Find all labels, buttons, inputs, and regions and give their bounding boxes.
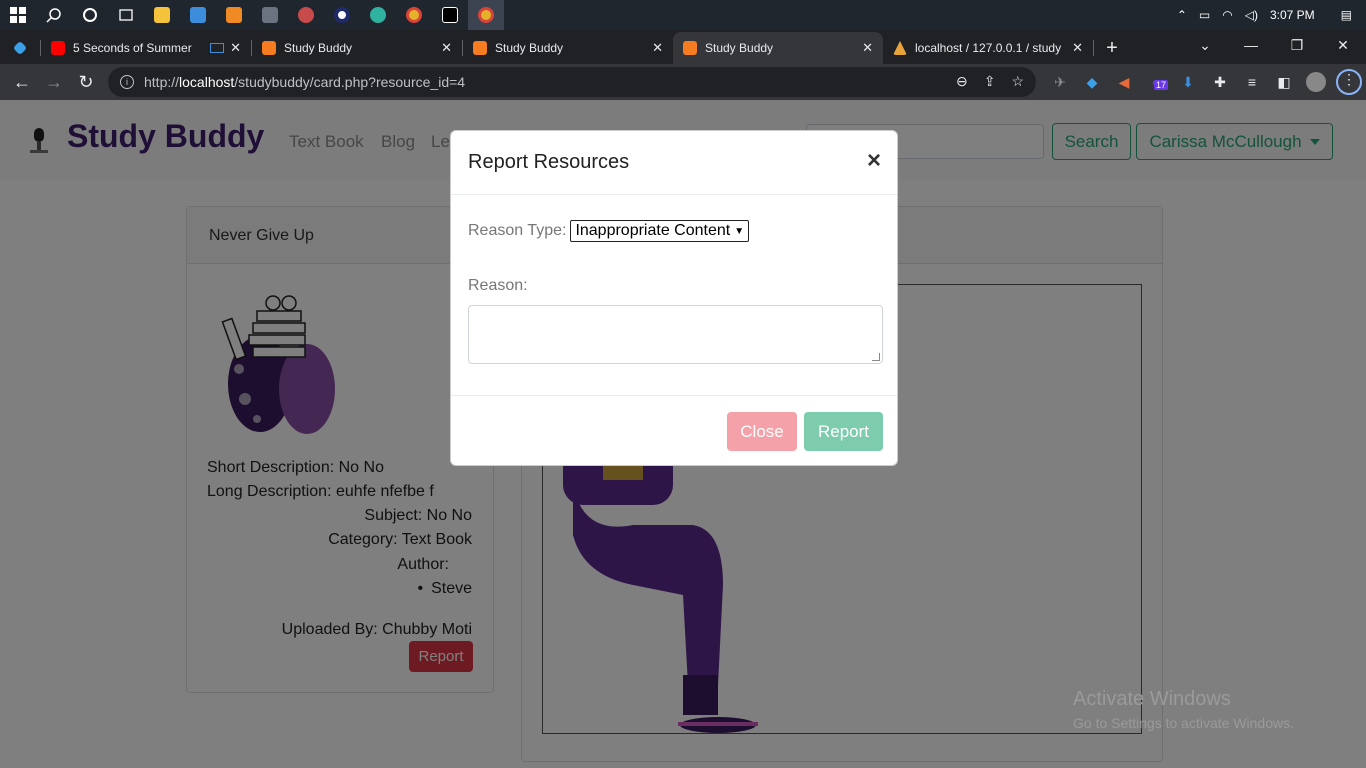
chrome-active-icon[interactable] [468,0,504,30]
close-tab-icon[interactable]: ✕ [652,40,663,56]
calculator-icon[interactable] [252,0,288,30]
extension-badge: 17 [1154,80,1169,90]
tab-phpmyadmin[interactable]: localhost / 127.0.0.1 / study ✕ [883,32,1093,64]
task-view-icon[interactable] [108,0,144,30]
app-icon[interactable] [288,0,324,30]
resize-grip-icon[interactable] [872,353,880,361]
rocket-extension-icon[interactable]: ✈ [1044,74,1076,91]
diamond-icon [12,40,28,56]
tab-study-buddy-active[interactable]: Study Buddy ✕ [673,32,883,64]
web-page: Study Buddy Text Book Blog Le Search Car… [0,100,1366,768]
file-explorer-icon[interactable] [144,0,180,30]
tab-title: Study Buddy [284,41,353,55]
tab-title: Study Buddy [705,41,774,55]
activate-windows-watermark: Activate Windows Go to Settings to activ… [1073,688,1294,731]
badge-extension-icon[interactable]: ●17 [1140,74,1172,90]
close-tab-icon[interactable]: ✕ [1072,40,1083,56]
picture-in-picture-icon[interactable] [210,43,225,53]
reason-type-label: Reason Type: [468,222,567,239]
watermark-line-2: Go to Settings to activate Windows. [1073,715,1294,731]
wifi-icon[interactable]: ◠ [1222,8,1232,22]
reason-type-value: Inappropriate Content [575,222,731,239]
url-host: localhost [179,74,235,90]
youtube-icon [51,41,65,55]
clock[interactable]: 3:07 PM [1270,8,1315,22]
xampp-icon [262,41,276,55]
edge-icon[interactable] [360,0,396,30]
submit-report-button[interactable]: Report [804,412,883,451]
xampp-icon [683,41,697,55]
reason-textarea[interactable] [468,305,883,364]
browser-tab-strip: 5 Seconds of Summer ✕ Study Buddy ✕ Stud… [0,30,1366,64]
close-tab-icon[interactable]: ✕ [441,40,452,56]
url-prefix: http:// [144,74,180,90]
modal-footer: Close Report [451,396,897,467]
search-icon[interactable] [36,0,72,30]
puzzle-extensions-icon[interactable]: ✚ [1204,74,1236,91]
tab-title: Study Buddy [495,41,564,55]
reason-label: Reason: [468,277,528,294]
modal-title: Report Resources [468,151,630,173]
modal-header: Report Resources × [451,131,897,195]
zoom-icon[interactable]: ⊖ [956,73,968,90]
side-panel-icon[interactable]: ◧ [1268,74,1300,91]
extension-icon[interactable]: ◀ [1108,74,1140,91]
info-icon[interactable]: i [120,75,134,89]
media-player-icon[interactable] [216,0,252,30]
watermark-line-1: Activate Windows [1073,688,1231,710]
reload-icon[interactable]: ↻ [70,66,102,98]
chevron-down-icon: ▼ [734,225,745,237]
report-modal: Report Resources × Reason Type: Inapprop… [450,130,898,466]
pinned-tab[interactable] [0,32,40,64]
obs-icon[interactable] [324,0,360,30]
browser-toolbar: ← → ↻ i http://localhost/studybuddy/card… [0,64,1366,100]
modal-body: Reason Type: Inappropriate Content ▼ Rea… [451,195,897,396]
tab-study-buddy-2[interactable]: Study Buddy ✕ [463,32,673,64]
tab-study-buddy-1[interactable]: Study Buddy ✕ [252,32,462,64]
close-window-button[interactable]: ✕ [1320,30,1366,60]
notifications-icon[interactable]: ▤ [1341,8,1352,22]
close-icon[interactable]: × [867,149,881,173]
system-tray: ⌃ ▭ ◠ ◁) 3:07 PM ▤ [1171,0,1366,30]
close-button[interactable]: Close [727,412,797,451]
address-bar[interactable]: i http://localhost/studybuddy/card.php?r… [108,67,1036,97]
back-arrow-icon[interactable]: ← [6,66,38,98]
new-tab-button[interactable]: + [1094,32,1130,64]
minimize-button[interactable]: — [1228,30,1274,60]
windows-start-icon[interactable] [0,0,36,30]
mail-icon[interactable] [180,0,216,30]
windows-taskbar: ⌃ ▭ ◠ ◁) 3:07 PM ▤ [0,0,1366,30]
profile-avatar-icon[interactable] [1300,72,1332,92]
media-control-icon[interactable]: ≡ [1236,74,1268,90]
phpstorm-icon[interactable] [432,0,468,30]
tab-title: localhost / 127.0.0.1 / study [915,41,1062,55]
battery-icon[interactable]: ▭ [1199,8,1210,22]
forward-arrow-icon[interactable]: → [38,66,70,98]
tab-search-chevron-icon[interactable]: ⌄ [1182,30,1228,60]
close-tab-icon[interactable]: ✕ [230,40,241,56]
phpmyadmin-icon [893,41,907,55]
cortana-icon[interactable] [72,0,108,30]
xampp-icon [473,41,487,55]
share-icon[interactable]: ⇪ [984,73,996,90]
diamond-extension-icon[interactable]: ◆ [1076,74,1108,91]
tab-youtube[interactable]: 5 Seconds of Summer ✕ [41,32,251,64]
url-path: /studybuddy/card.php?resource_id=4 [234,74,466,90]
close-tab-icon[interactable]: ✕ [862,40,873,56]
chevron-up-icon[interactable]: ⌃ [1177,8,1187,22]
chrome-menu-icon[interactable]: ⋮ [1336,69,1362,95]
download-icon[interactable]: ⬇ [1172,74,1204,91]
volume-icon[interactable]: ◁) [1245,8,1258,22]
chrome-icon[interactable] [396,0,432,30]
tab-title: 5 Seconds of Summer [73,41,192,55]
reason-type-select[interactable]: Inappropriate Content ▼ [570,220,750,242]
bookmark-star-icon[interactable]: ☆ [1011,73,1024,90]
restore-button[interactable]: ❐ [1274,30,1320,60]
